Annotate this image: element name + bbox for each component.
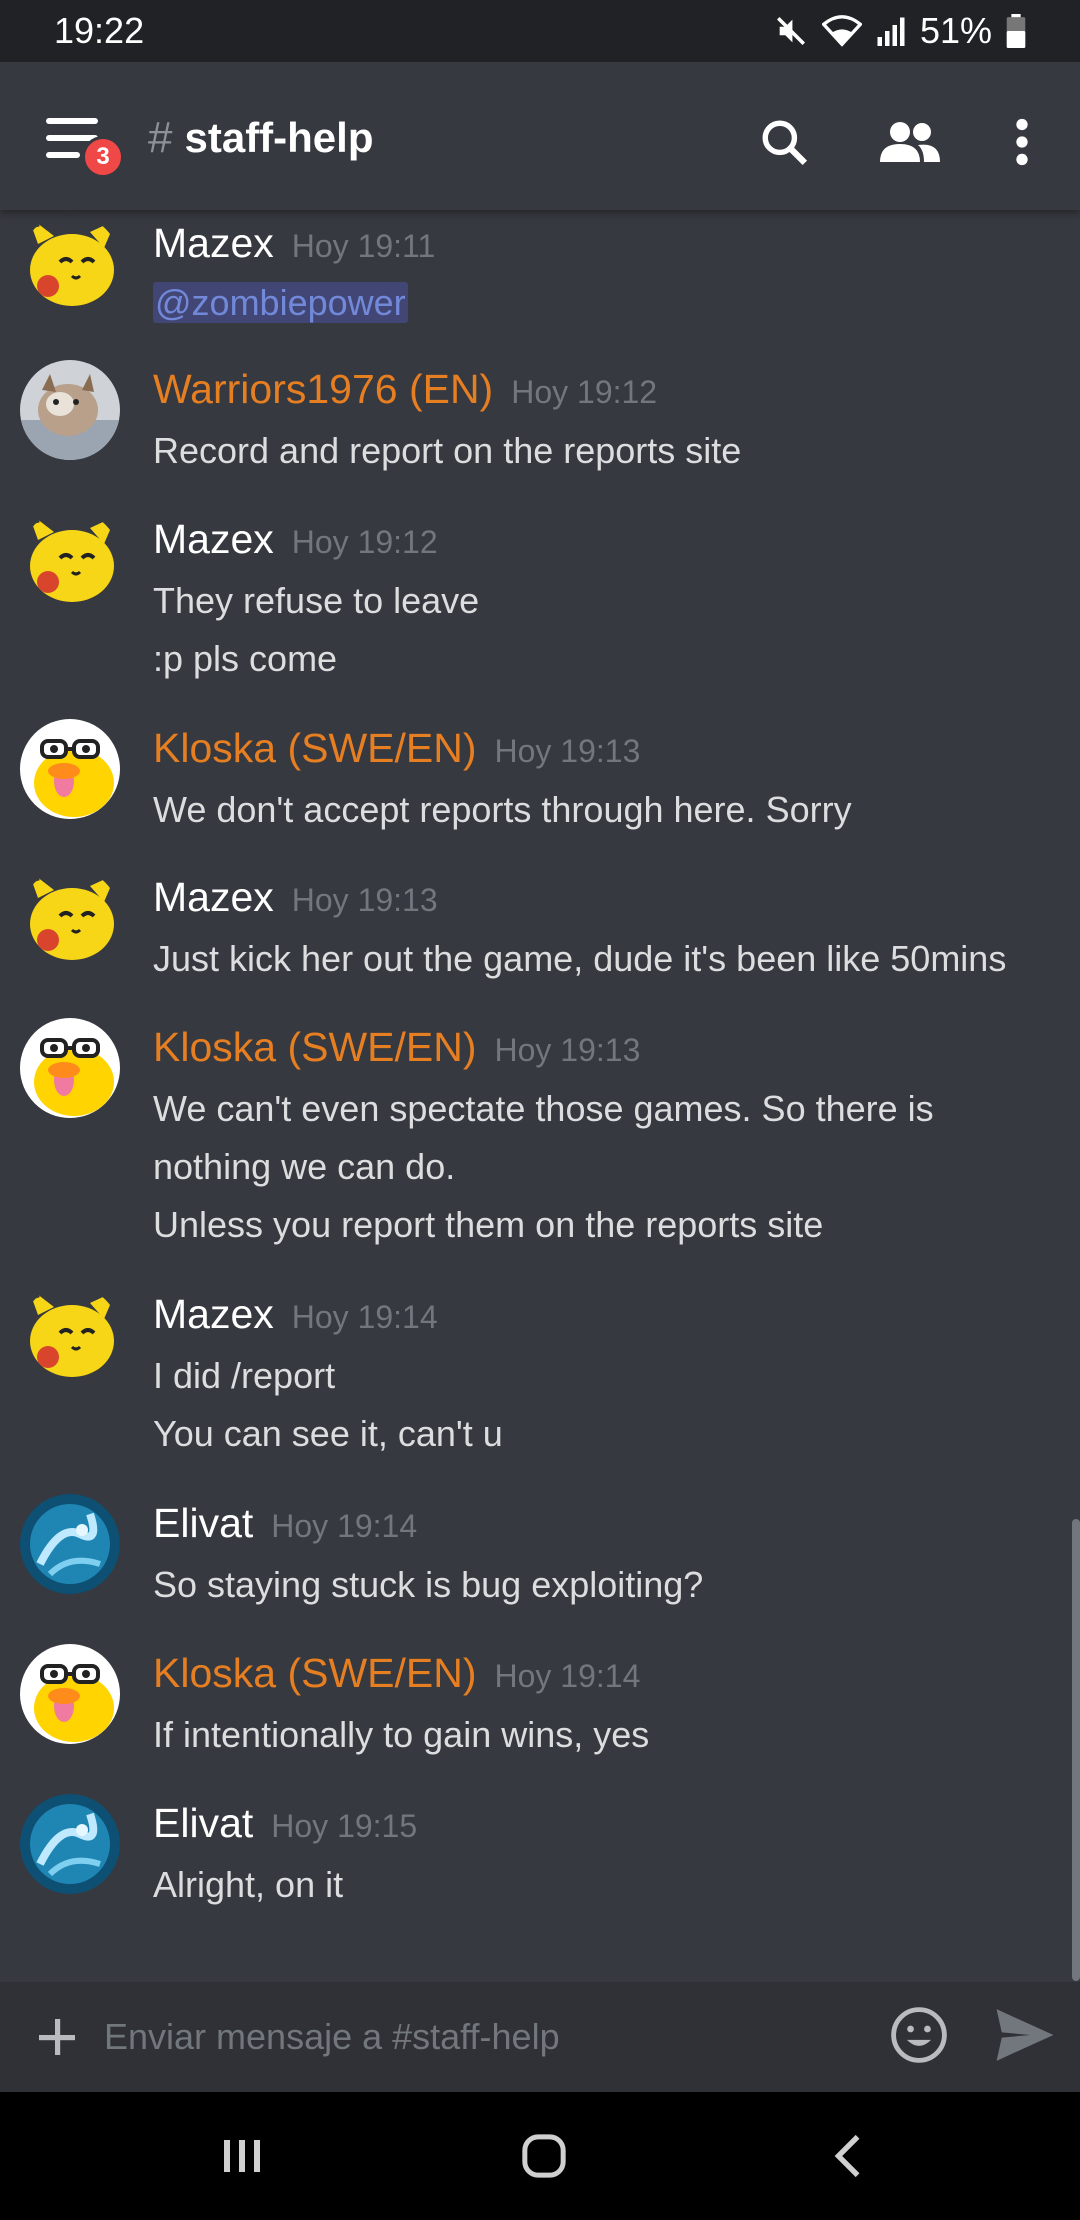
search-icon	[762, 120, 808, 166]
avatar[interactable]	[20, 1494, 120, 1594]
message-header: Warriors1976 (EN) Hoy 19:12	[153, 366, 657, 413]
back-button[interactable]	[818, 2126, 878, 2186]
battery-icon	[1006, 14, 1026, 48]
message-text: @zombiepower	[153, 282, 408, 324]
back-icon	[834, 2134, 860, 2178]
message-text: nothing we can do.	[153, 1146, 456, 1187]
avatar[interactable]	[20, 214, 120, 314]
signal-icon	[877, 17, 905, 46]
message-header: Elivat Hoy 19:14	[153, 1500, 417, 1547]
recent-apps-button[interactable]	[212, 2126, 272, 2186]
channel-name: staff-help	[184, 114, 374, 161]
status-time: 19:22	[54, 10, 145, 51]
user-mention[interactable]: @zombiepower	[153, 282, 408, 323]
message-composer: Enviar mensaje a #staff-help	[0, 1982, 1080, 2092]
message-header: Kloska (SWE/EN) Hoy 19:14	[153, 1650, 640, 1697]
timestamp: Hoy 19:14	[271, 1508, 418, 1544]
message-header: Kloska (SWE/EN) Hoy 19:13	[153, 725, 640, 772]
plus-icon	[39, 2019, 75, 2055]
avatar[interactable]	[20, 510, 120, 610]
message-text: Record and report on the reports site	[153, 430, 742, 471]
timestamp: Hoy 19:14	[291, 1299, 438, 1335]
send-button[interactable]	[994, 2006, 1060, 2068]
timestamp: Hoy 19:13	[494, 1032, 641, 1068]
message-header: Mazex Hoy 19:11	[153, 220, 435, 267]
message-text: Unless you report them on the reports si…	[153, 1204, 824, 1245]
scrollbar[interactable]	[1072, 1519, 1080, 1981]
author-name[interactable]: Elivat	[153, 1500, 253, 1547]
mute-icon	[776, 16, 805, 46]
channel-header: 3 # staff-help	[0, 62, 1080, 210]
message-list[interactable]: Mazex Hoy 19:11 @zombiepower Warriors197…	[0, 210, 1080, 1982]
author-name[interactable]: Mazex	[153, 874, 274, 921]
timestamp: Hoy 19:14	[494, 1658, 641, 1694]
home-icon	[522, 2134, 566, 2178]
send-icon	[996, 2009, 1054, 2061]
message-header: Mazex Hoy 19:13	[153, 874, 438, 921]
menu-button[interactable]: 3	[40, 106, 124, 178]
timestamp: Hoy 19:12	[511, 374, 658, 410]
timestamp: Hoy 19:11	[291, 228, 436, 264]
channel-hash-icon: #	[148, 113, 173, 162]
channel-title: # staff-help	[148, 108, 373, 168]
system-nav-bar	[0, 2092, 1080, 2220]
smiley-icon	[891, 2007, 947, 2063]
timestamp: Hoy 19:12	[291, 524, 438, 560]
avatar[interactable]	[20, 719, 120, 819]
author-name[interactable]: Warriors1976 (EN)	[153, 366, 493, 413]
message-input[interactable]: Enviar mensaje a #staff-help	[104, 2012, 560, 2062]
avatar[interactable]	[20, 360, 120, 460]
avatar[interactable]	[20, 868, 120, 968]
wifi-icon	[821, 15, 862, 47]
avatar[interactable]	[20, 1794, 120, 1894]
message-text: You can see it, can't u	[153, 1413, 503, 1454]
more-options-button[interactable]	[992, 112, 1052, 172]
timestamp: Hoy 19:13	[494, 733, 641, 769]
author-name[interactable]: Kloska (SWE/EN)	[153, 725, 477, 772]
author-name[interactable]: Kloska (SWE/EN)	[153, 1024, 477, 1071]
author-name[interactable]: Elivat	[153, 1800, 253, 1847]
message-header: Elivat Hoy 19:15	[153, 1800, 417, 1847]
more-vertical-icon	[1016, 118, 1028, 166]
battery-percent: 51%	[919, 10, 992, 51]
avatar[interactable]	[20, 1018, 120, 1118]
members-button[interactable]	[880, 112, 940, 172]
message-text: If intentionally to gain wins, yes	[153, 1714, 650, 1755]
author-name[interactable]: Mazex	[153, 516, 274, 563]
emoji-button[interactable]	[890, 2006, 952, 2068]
timestamp: Hoy 19:15	[271, 1808, 418, 1844]
message-header: Kloska (SWE/EN) Hoy 19:13	[153, 1024, 640, 1071]
message-text: They refuse to leave	[153, 580, 480, 621]
message-header: Mazex Hoy 19:14	[153, 1291, 438, 1338]
app-root: 19:22 51% 3 # staff-help Mazex Hoy 19:11…	[0, 0, 1080, 2220]
author-name[interactable]: Kloska (SWE/EN)	[153, 1650, 477, 1697]
message-text: Just kick her out the game, dude it's be…	[153, 938, 1007, 979]
status-icons: 51%	[774, 10, 1026, 52]
recent-apps-icon	[224, 2140, 260, 2172]
author-name[interactable]: Mazex	[153, 220, 274, 267]
members-icon	[880, 122, 940, 162]
message-text: :p pls come	[153, 638, 338, 679]
home-button[interactable]	[514, 2126, 574, 2186]
avatar[interactable]	[20, 1644, 120, 1744]
message-text: I did /report	[153, 1355, 336, 1396]
attach-button[interactable]	[32, 2012, 82, 2062]
message-text: So staying stuck is bug exploiting?	[153, 1564, 704, 1605]
status-bar: 19:22 51%	[0, 0, 1080, 62]
message-text: Alright, on it	[153, 1864, 344, 1905]
author-name[interactable]: Mazex	[153, 1291, 274, 1338]
message-text: We don't accept reports through here. So…	[153, 789, 852, 830]
message-header: Mazex Hoy 19:12	[153, 516, 438, 563]
timestamp: Hoy 19:13	[291, 882, 438, 918]
search-button[interactable]	[754, 112, 814, 172]
message-text: We can't even spectate those games. So t…	[153, 1088, 934, 1129]
notification-badge: 3	[82, 136, 124, 178]
avatar[interactable]	[20, 1285, 120, 1385]
